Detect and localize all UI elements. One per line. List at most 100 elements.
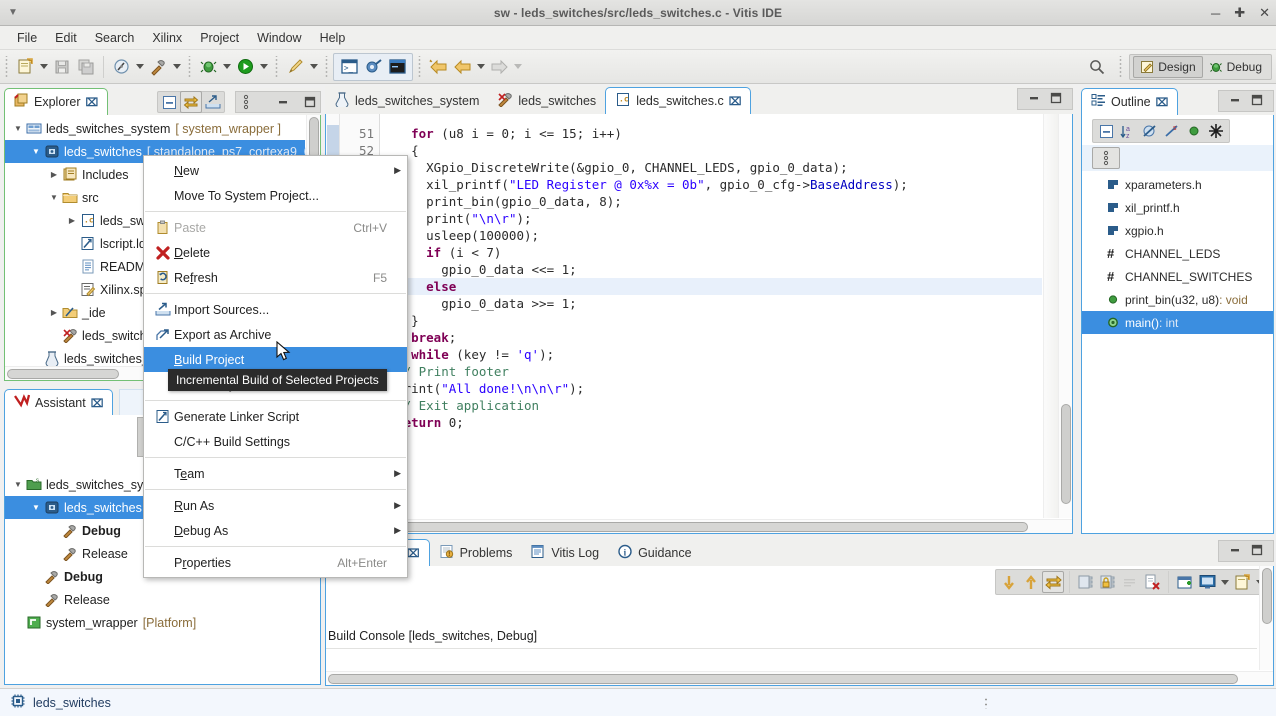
explorer-tab-close-icon[interactable]: ⌧	[86, 96, 99, 109]
outline-tab-close-icon[interactable]: ⌧	[1156, 96, 1169, 109]
tree-twisty-icon[interactable]: ▼	[11, 124, 25, 133]
editor-maximize-icon[interactable]	[1049, 92, 1063, 107]
new-console-view-icon[interactable]	[1174, 571, 1196, 593]
outline-item[interactable]: xgpio.h	[1082, 219, 1274, 242]
remove-console-icon[interactable]	[1141, 571, 1163, 593]
hide-macro-icon[interactable]	[1205, 120, 1227, 142]
tree-twisty-icon[interactable]: ▶	[65, 216, 79, 225]
console-tab[interactable]: !Problems	[430, 539, 522, 566]
toolbar-grip-4[interactable]	[324, 56, 331, 78]
context-menu-item[interactable]: PropertiesAlt+Enter	[144, 550, 407, 575]
tree-twisty-icon[interactable]: ▶	[47, 308, 61, 317]
lock-console-icon[interactable]	[1097, 571, 1119, 593]
console-tab[interactable]: iGuidance	[608, 539, 701, 566]
toolbar-grip-5[interactable]	[417, 56, 424, 78]
outline-body[interactable]: az s xparameters.hxi	[1081, 115, 1274, 534]
marker-button[interactable]	[283, 55, 307, 79]
context-menu-item[interactable]: Delete	[144, 240, 407, 265]
build-button[interactable]	[146, 55, 170, 79]
serial-monitor-button[interactable]	[361, 55, 385, 79]
console-tab-close-icon[interactable]: ⌧	[407, 547, 420, 560]
console-hscrollbar[interactable]	[326, 671, 1273, 685]
console-tab[interactable]: Vitis Log	[521, 539, 608, 566]
editor-tab[interactable]: .cleds_switches.c⌧	[605, 87, 751, 114]
editor-code-surface[interactable]: for (u8 i = 0; i <= 15; i++) { XGpio_Dis…	[381, 125, 1042, 517]
context-menu-item[interactable]: C/C++ Build Settings	[144, 429, 407, 454]
view-menu-icon[interactable]	[1092, 147, 1120, 169]
terminal-button[interactable]: >_	[337, 55, 361, 79]
view-menu-icon[interactable]	[236, 91, 257, 113]
tab-assistant[interactable]: Assistant ⌧	[4, 389, 113, 416]
menu-window[interactable]: Window	[248, 29, 310, 47]
menu-edit[interactable]: Edit	[46, 29, 86, 47]
previous-annotation-dropdown-arrow[interactable]	[474, 55, 487, 79]
search-icon[interactable]	[1082, 54, 1112, 80]
code-editor[interactable]: 51 52 for (u8 i = 0; i <= 15; i++) { XGp…	[325, 114, 1073, 534]
menu-file[interactable]: File	[8, 29, 46, 47]
link-with-editor-icon[interactable]	[180, 91, 202, 113]
editor-tab[interactable]: leds_switches	[488, 87, 605, 114]
console-vscrollbar[interactable]	[1259, 566, 1273, 670]
console-body[interactable]: Build Console [leds_switches, Debug]	[325, 566, 1274, 686]
project-context-menu[interactable]: New▶Move To System Project...PasteCtrl+V…	[143, 155, 408, 578]
hide-fields-icon[interactable]	[1139, 120, 1161, 142]
tree-twisty-icon[interactable]: ▼	[47, 193, 61, 202]
context-menu-item[interactable]: RefreshF5	[144, 265, 407, 290]
outline-item[interactable]: xparameters.h	[1082, 173, 1274, 196]
new-wizard-dropdown-arrow[interactable]	[37, 55, 50, 79]
open-console-icon[interactable]	[1231, 571, 1253, 593]
scroll-lock-down-icon[interactable]	[998, 571, 1020, 593]
collapse-all-icon[interactable]	[158, 91, 180, 113]
context-menu-item[interactable]: Generate Linker Script	[144, 404, 407, 429]
context-menu-item[interactable]: Team▶	[144, 461, 407, 486]
sort-az-icon[interactable]: az	[1117, 120, 1139, 142]
outline-item[interactable]: print_bin(u32, u8) : void	[1082, 288, 1274, 311]
outline-item[interactable]: #CHANNEL_SWITCHES	[1082, 265, 1274, 288]
outline-minimize-icon[interactable]	[1228, 94, 1242, 109]
toolbar-grip[interactable]	[4, 56, 11, 78]
status-bar-resize-grip[interactable]	[984, 697, 989, 709]
editor-hscrollbar[interactable]	[326, 519, 1072, 533]
clear-console-icon[interactable]	[1119, 571, 1141, 593]
assistant-tree-item[interactable]: system_wrapper[Platform]	[5, 611, 321, 634]
editor-tab[interactable]: leds_switches_system	[325, 87, 488, 114]
explorer-maximize-icon[interactable]	[299, 91, 320, 113]
console-output[interactable]	[328, 652, 1257, 669]
explorer-tree-item[interactable]: ▼leds_switches_system[ system_wrapper ]	[5, 117, 305, 140]
context-menu-item[interactable]: Import Sources...	[144, 297, 407, 322]
forward-button[interactable]	[487, 55, 511, 79]
display-console-icon[interactable]	[1196, 571, 1218, 593]
menu-help[interactable]: Help	[311, 29, 355, 47]
context-menu-item[interactable]: Debug As▶	[144, 518, 407, 543]
perspective-grip[interactable]	[1118, 56, 1125, 78]
tab-explorer[interactable]: Explorer ⌧	[4, 88, 108, 115]
hide-nonpublic-icon[interactable]	[1183, 120, 1205, 142]
assistant-tree-item[interactable]: Release	[5, 588, 321, 611]
tree-twisty-icon[interactable]: ▶	[47, 170, 61, 179]
console-minimize-icon[interactable]	[1228, 544, 1242, 559]
minimize-window-button[interactable]: ─	[1211, 6, 1220, 21]
editor-tab-close-icon[interactable]: ⌧	[729, 95, 742, 108]
back-button[interactable]	[426, 55, 450, 79]
run-dropdown-arrow[interactable]	[257, 55, 270, 79]
debug-button[interactable]	[196, 55, 220, 79]
run-button[interactable]	[233, 55, 257, 79]
display-console-dropdown-arrow[interactable]	[1218, 570, 1231, 594]
maximize-window-button[interactable]: ✚	[1234, 5, 1245, 21]
outline-item[interactable]: xil_printf.h	[1082, 196, 1274, 219]
editor-minimize-icon[interactable]	[1027, 92, 1041, 107]
hide-static-icon[interactable]: s	[1161, 120, 1183, 142]
scroll-lock-up-icon[interactable]	[1020, 571, 1042, 593]
collapse-all-icon[interactable]	[1095, 120, 1117, 142]
context-menu-item[interactable]: Move To System Project...	[144, 183, 407, 208]
context-menu-item[interactable]: New▶	[144, 158, 407, 183]
program-device-button[interactable]	[109, 55, 133, 79]
forward-dropdown-arrow[interactable]	[511, 55, 524, 79]
editor-overview-ruler[interactable]	[1043, 114, 1058, 518]
outline-maximize-icon[interactable]	[1250, 94, 1264, 109]
menu-xilinx[interactable]: Xilinx	[143, 29, 191, 47]
outline-item[interactable]: main() : int	[1082, 311, 1274, 334]
toolbar-grip-3[interactable]	[274, 56, 281, 78]
toggle-scroll-lock-icon[interactable]	[1042, 571, 1064, 593]
editor-vscrollbar[interactable]	[1058, 114, 1072, 518]
